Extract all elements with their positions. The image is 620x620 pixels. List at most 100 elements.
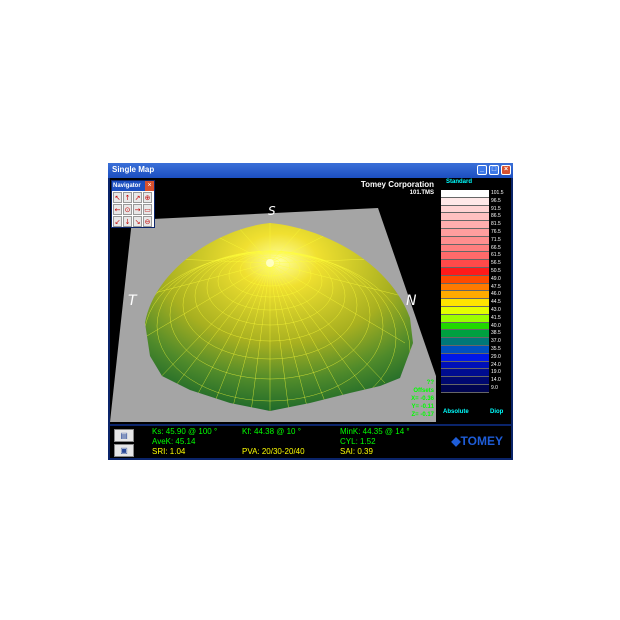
- scale-swatch: [441, 205, 489, 214]
- pan-down-right-button[interactable]: ↘: [133, 216, 142, 227]
- pan-down-button[interactable]: ↓: [123, 216, 132, 227]
- scale-row: 24.0: [441, 361, 513, 370]
- navigator-panel: Navigator × ↖ ↑ ↗ ⊕ ← ⊙ → ▭ ↙ ↓ ↘ ⊖: [111, 180, 155, 228]
- scale-swatch: [441, 197, 489, 206]
- scale-row: 50.5: [441, 267, 513, 276]
- navigator-close-button[interactable]: ×: [145, 181, 154, 191]
- scale-row: 37.0: [441, 338, 513, 346]
- scale-swatch: [441, 260, 489, 268]
- pan-right-button[interactable]: →: [133, 204, 142, 215]
- scale-unit-label[interactable]: Diop: [490, 409, 503, 415]
- scale-swatch: [441, 377, 489, 385]
- offset-z: Z= -0.17: [411, 412, 434, 418]
- tomey-logo-text: TOMEY: [460, 434, 503, 448]
- scale-row: 91.5: [441, 205, 513, 214]
- screen-view-icon[interactable]: ▤: [114, 429, 134, 442]
- maximize-button[interactable]: □: [489, 165, 499, 175]
- scale-row: 66.5: [441, 244, 513, 253]
- scale-swatch: [441, 275, 489, 284]
- minimize-button[interactable]: _: [477, 165, 487, 175]
- scale-swatch: [441, 221, 489, 229]
- scale-row: 76.5: [441, 228, 513, 237]
- navigator-controls: ↖ ↑ ↗ ⊕ ← ⊙ → ▭ ↙ ↓ ↘ ⊖: [113, 192, 152, 227]
- offset-code: ??: [426, 380, 434, 386]
- tomey-logo: ◆TOMEY: [451, 434, 503, 448]
- scale-value: 40.0: [491, 322, 501, 329]
- scale-swatch: [441, 252, 489, 261]
- scale-row: 41.5: [441, 314, 513, 323]
- kf-value: Kf: 44.38 @ 10 °: [242, 427, 301, 436]
- scale-row: 29.0: [441, 353, 513, 362]
- sri-value: SRI: 1.04: [152, 447, 186, 456]
- reset-view-button[interactable]: ⊙: [123, 204, 132, 215]
- scale-value: 86.5: [491, 213, 501, 220]
- scale-value: 46.0: [491, 291, 501, 298]
- scale-swatch: [441, 330, 489, 339]
- single-map-window: Single Map _ □ × S T N Tomey Corporation…: [108, 163, 513, 460]
- topography-map[interactable]: S T N Tomey Corporation 101.TMS ?? Offse…: [110, 178, 436, 422]
- offset-x: X= -0.36: [411, 396, 434, 402]
- scale-row: 43.0: [441, 306, 513, 315]
- scale-swatch: [441, 314, 489, 323]
- scale-value: 9.0: [491, 384, 498, 391]
- scale-type-label[interactable]: Standard: [446, 179, 472, 185]
- offset-y: Y= -0.11: [411, 404, 434, 410]
- direction-temporal: T: [128, 293, 137, 309]
- scale-value: 38.5: [491, 330, 501, 337]
- scale-row: 49.0: [441, 275, 513, 284]
- close-button[interactable]: ×: [501, 165, 511, 175]
- scale-swatch: [441, 236, 489, 245]
- scale-swatch: [441, 361, 489, 370]
- direction-superior: S: [268, 204, 276, 218]
- scale-row: 56.5: [441, 260, 513, 268]
- scale-swatch: [441, 338, 489, 346]
- pan-up-right-button[interactable]: ↗: [133, 192, 142, 203]
- client-area: S T N Tomey Corporation 101.TMS ?? Offse…: [110, 178, 511, 458]
- scale-row: 38.5: [441, 330, 513, 339]
- print-icon[interactable]: ▣: [114, 444, 134, 457]
- scale-swatch: [441, 384, 489, 393]
- tomey-logo-mark: ◆: [451, 434, 461, 448]
- scale-value: 37.0: [491, 338, 501, 345]
- apex-highlight: [266, 259, 274, 267]
- scale-swatch: [441, 345, 489, 354]
- scale-value: 56.5: [491, 260, 501, 267]
- window-title: Single Map: [112, 165, 155, 174]
- file-name: 101.TMS: [409, 190, 434, 196]
- scale-value: 47.5: [491, 283, 501, 290]
- scale-row: 46.0: [441, 291, 513, 300]
- scale-value: 101.5: [491, 190, 504, 196]
- scale-row: 47.5: [441, 283, 513, 292]
- scale-swatch: [441, 291, 489, 300]
- scale-swatch: [441, 369, 489, 378]
- scale-value: 76.5: [491, 228, 501, 235]
- offsets-label: Offsets: [413, 388, 434, 394]
- title-bar[interactable]: Single Map _ □ ×: [108, 163, 513, 178]
- pan-left-button[interactable]: ←: [113, 204, 122, 215]
- mink-value: MinK: 44.35 @ 14 °: [340, 427, 410, 436]
- scale-row: 81.5: [441, 221, 513, 229]
- scale-swatch: [441, 283, 489, 292]
- pan-up-left-button[interactable]: ↖: [113, 192, 122, 203]
- scale-row: 44.5: [441, 299, 513, 307]
- scale-mode-label[interactable]: Absolute: [443, 409, 469, 415]
- pan-down-left-button[interactable]: ↙: [113, 216, 122, 227]
- scale-value: 44.5: [491, 299, 501, 306]
- zoom-in-button[interactable]: ⊕: [143, 192, 152, 203]
- avek-value: AveK: 45.14: [152, 437, 196, 446]
- scale-value: 61.5: [491, 252, 501, 259]
- scale-row: 40.0: [441, 322, 513, 331]
- scale-row: 71.5: [441, 236, 513, 245]
- scale-value: 24.0: [491, 361, 501, 368]
- scale-swatch: [441, 228, 489, 237]
- direction-nasal: N: [406, 293, 417, 309]
- fit-view-button[interactable]: ▭: [143, 204, 152, 215]
- pan-up-button[interactable]: ↑: [123, 192, 132, 203]
- scale-swatch: [441, 322, 489, 331]
- scale-value: 50.5: [491, 267, 501, 274]
- sai-value: SAI: 0.39: [340, 447, 373, 456]
- scale-row: 9.0: [441, 384, 513, 393]
- color-scale-panel: Standard 101.5 96.5 91.5 86.5 81.5 76.5 71.5 66…: [438, 178, 511, 422]
- pva-value: PVA: 20/30-20/40: [242, 447, 305, 456]
- zoom-out-button[interactable]: ⊖: [143, 216, 152, 227]
